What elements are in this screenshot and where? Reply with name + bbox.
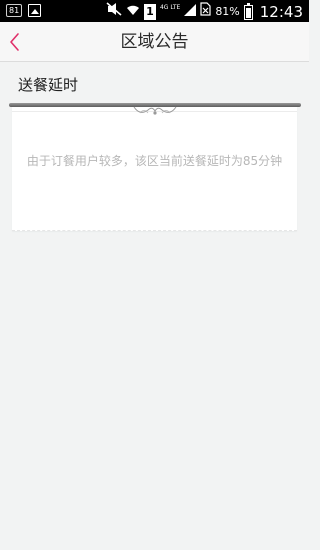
no-sim-icon bbox=[200, 2, 211, 21]
status-right: 1 4G LTE 81% 12:43 bbox=[106, 2, 303, 21]
notice-card bbox=[12, 107, 297, 231]
section-title: 送餐延时 bbox=[18, 76, 79, 94]
signal-icon bbox=[184, 3, 197, 21]
notice-text: 由于订餐用户较多，该区当前送餐延时为85分钟 bbox=[26, 154, 283, 168]
status-bar: 81 1 4G LTE 81% 12:43 bbox=[0, 0, 309, 22]
page-title: 区域公告 bbox=[120, 32, 189, 52]
status-left: 81 bbox=[6, 4, 42, 17]
ornament-icon bbox=[133, 106, 177, 115]
sim-icon: 1 bbox=[143, 3, 156, 20]
gallery-icon bbox=[28, 4, 42, 17]
battery-percent: 81% bbox=[215, 4, 240, 18]
notification-badge: 81 bbox=[6, 4, 23, 17]
wifi-icon bbox=[126, 3, 140, 21]
clock: 12:43 bbox=[259, 2, 303, 21]
header-bar: 区域公告 bbox=[0, 22, 309, 62]
network-type-label: 4G LTE bbox=[159, 3, 181, 11]
mute-icon bbox=[106, 2, 122, 21]
battery-icon bbox=[243, 2, 253, 20]
